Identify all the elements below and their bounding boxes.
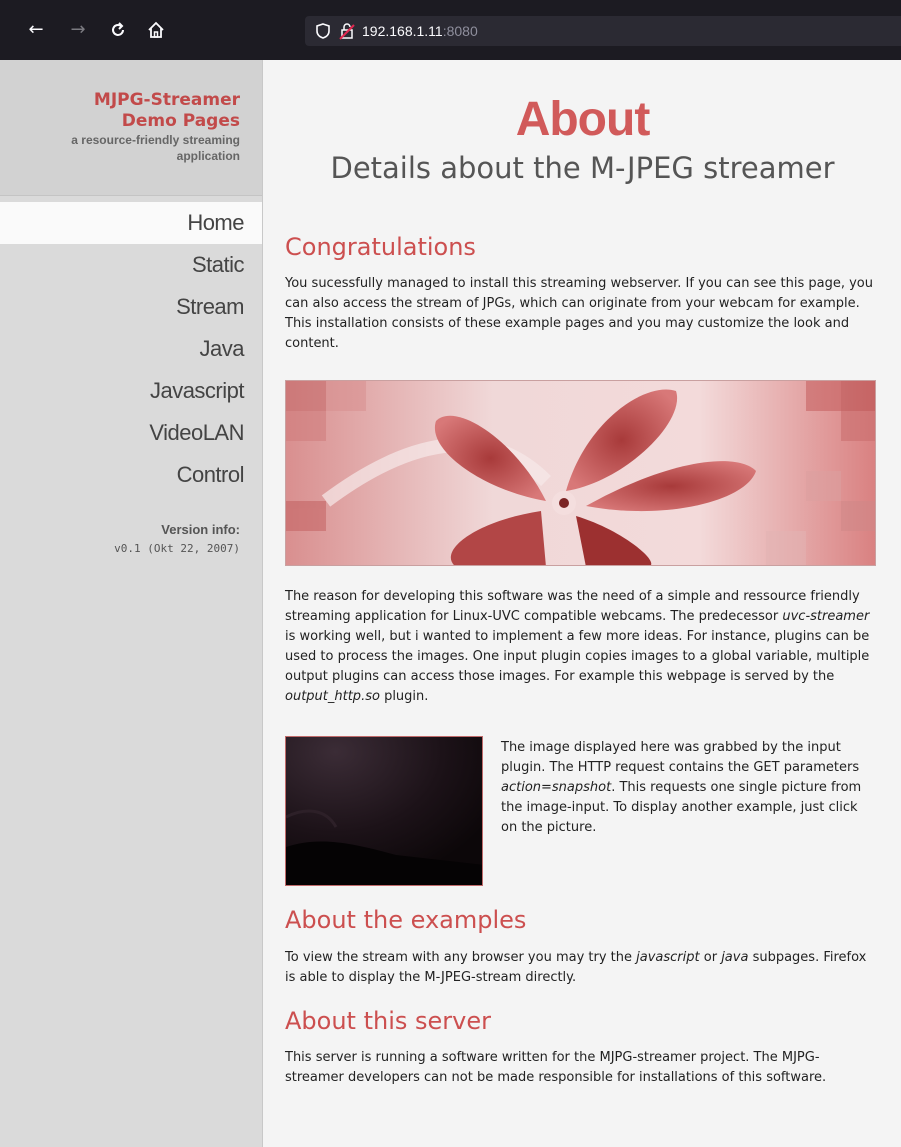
page-subtitle: Details about the M-JPEG streamer: [330, 151, 835, 185]
examples-text: To view the stream with any browser you …: [285, 948, 877, 988]
address-bar[interactable]: 192.168.1.11:8080: [305, 16, 901, 46]
examples-text-part2: or: [699, 950, 722, 965]
brand-title-line1: MJPG-Streamer: [93, 90, 240, 110]
flower-banner-image: [285, 380, 876, 566]
forward-icon[interactable]: →: [66, 18, 90, 42]
sidebar-menu: Home Static Stream Java Javascript Video…: [0, 202, 262, 496]
version-info: Version info: v0.1 (Okt 22, 2007): [114, 522, 240, 555]
brand-title-line2: Demo Pages: [121, 111, 240, 131]
page-title: About: [515, 93, 651, 146]
url-text[interactable]: 192.168.1.11:8080: [362, 16, 478, 46]
sidebar-item-home[interactable]: Home: [0, 202, 262, 244]
sidebar-item-control[interactable]: Control: [0, 454, 262, 496]
version-label: Version info:: [161, 522, 240, 537]
shield-icon[interactable]: [315, 16, 331, 46]
server-text: This server is running a software writte…: [285, 1050, 827, 1085]
insecure-lock-icon[interactable]: [339, 16, 355, 46]
reason-text: The reason for developing this software …: [285, 587, 877, 707]
congratulations-text: You sucessfully managed to install this …: [285, 276, 873, 351]
reason-em-uvc-streamer: uvc-streamer: [782, 609, 870, 624]
reload-icon[interactable]: [106, 18, 130, 42]
home-icon[interactable]: [144, 18, 168, 42]
sidebar-item-stream[interactable]: Stream: [0, 286, 262, 328]
congratulations-heading: Congratulations: [285, 233, 476, 261]
main-content: About Details about the M-JPEG streamer …: [285, 60, 880, 1085]
examples-text-part1: To view the stream with any browser you …: [285, 950, 637, 965]
snapshot-text-part1: The image displayed here was grabbed by …: [501, 740, 860, 775]
snapshot-text: The image displayed here was grabbed by …: [501, 738, 877, 838]
examples-em-java: java: [721, 950, 749, 965]
reason-text-part1: The reason for developing this software …: [285, 589, 860, 624]
sidebar-item-java[interactable]: Java: [0, 328, 262, 370]
sidebar-item-videolan[interactable]: VideoLAN: [0, 412, 262, 454]
snapshot-image[interactable]: [285, 736, 483, 886]
sidebar-item-static[interactable]: Static: [0, 244, 262, 286]
browser-toolbar: ← → 192.168.1.11:8080: [0, 0, 901, 60]
back-icon[interactable]: ←: [24, 18, 48, 42]
url-host: 192.168.1.11: [362, 23, 443, 39]
brand-subtitle-line1: a resource-friendly streaming: [71, 133, 240, 147]
server-heading: About this server: [285, 1007, 491, 1035]
version-value: v0.1 (Okt 22, 2007): [114, 542, 240, 555]
examples-em-javascript: javascript: [636, 950, 700, 965]
examples-heading: About the examples: [285, 906, 527, 934]
snapshot-em-action: action=snapshot: [501, 780, 612, 795]
sidebar-item-javascript[interactable]: Javascript: [0, 370, 262, 412]
brand-block: MJPG-Streamer Demo Pages a resource-frie…: [0, 60, 262, 196]
brand-subtitle-line2: application: [176, 149, 240, 163]
reason-text-part2: is working well, but i wanted to impleme…: [285, 629, 870, 684]
reason-text-part3: plugin.: [379, 689, 429, 704]
reason-em-output-http: output_http.so: [285, 689, 380, 704]
sidebar: MJPG-Streamer Demo Pages a resource-frie…: [0, 60, 263, 1147]
url-port: :8080: [442, 23, 478, 39]
